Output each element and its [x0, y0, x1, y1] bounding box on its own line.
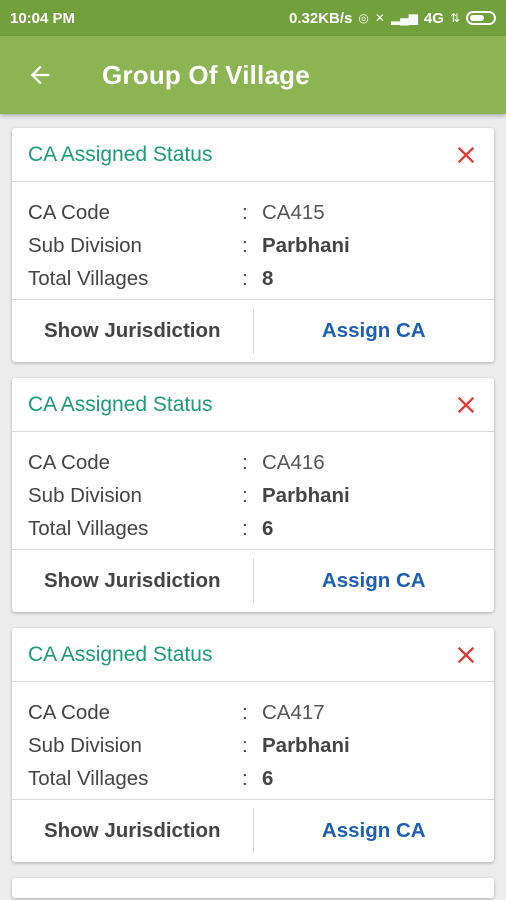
ca-status-card: CA Assigned Status CA Code : CA417 Sub D… — [12, 628, 494, 862]
ca-status-card: CA Assigned Status CA Code : CA415 Sub D… — [12, 128, 494, 362]
show-jurisdiction-button[interactable]: Show Jurisdiction — [12, 808, 254, 854]
separator: : — [242, 200, 248, 224]
close-icon[interactable] — [452, 141, 480, 169]
total-villages-value: 6 — [262, 766, 274, 790]
sub-division-value: Parbhani — [262, 233, 350, 257]
network-type: 4G — [423, 9, 444, 27]
total-villages-row: Total Villages : 8 — [28, 262, 478, 295]
total-villages-label: Total Villages — [28, 516, 149, 540]
ca-card-list: CA Assigned Status CA Code : CA415 Sub D… — [0, 114, 506, 862]
card-actions: Show Jurisdiction Assign CA — [12, 550, 494, 612]
ca-code-label: CA Code — [28, 450, 111, 474]
assign-ca-button[interactable]: Assign CA — [254, 800, 495, 862]
total-villages-label: Total Villages — [28, 766, 149, 790]
separator: : — [242, 700, 248, 724]
card-header: CA Assigned Status — [12, 628, 494, 682]
total-villages-label: Total Villages — [28, 266, 149, 290]
separator: : — [242, 266, 248, 290]
assign-ca-button[interactable]: Assign CA — [254, 550, 495, 612]
alarm-icon: ◎ — [358, 11, 369, 25]
separator: : — [242, 733, 248, 757]
show-jurisdiction-button[interactable]: Show Jurisdiction — [12, 308, 254, 354]
mute-icon: ✕ — [374, 11, 385, 25]
ca-code-label: CA Code — [28, 700, 111, 724]
ca-status-card-partial — [12, 878, 494, 898]
battery-icon — [466, 11, 496, 25]
app-bar: Group Of Village — [0, 36, 506, 114]
sub-division-row: Sub Division : Parbhani — [28, 229, 478, 262]
signal-icon: ▂▄▆ — [390, 11, 418, 25]
sub-division-value: Parbhani — [262, 483, 350, 507]
total-villages-value: 6 — [262, 516, 274, 540]
status-time: 10:04 PM — [10, 9, 76, 27]
total-villages-value: 8 — [262, 266, 274, 290]
close-icon[interactable] — [452, 641, 480, 669]
ca-code-value: CA416 — [262, 450, 325, 474]
ca-code-row: CA Code : CA415 — [28, 196, 478, 229]
sub-division-label: Sub Division — [28, 483, 142, 507]
ca-code-label: CA Code — [28, 200, 111, 224]
card-title: CA Assigned Status — [28, 392, 213, 416]
card-details: CA Code : CA415 Sub Division : Parbhani … — [12, 182, 494, 300]
status-bar: 10:04 PM 0.32KB/s ◎ ✕ ▂▄▆ 4G ⇅ — [0, 0, 506, 36]
arrow-back-icon[interactable] — [26, 61, 54, 89]
card-header: CA Assigned Status — [12, 128, 494, 182]
separator: : — [242, 450, 248, 474]
card-title: CA Assigned Status — [28, 142, 213, 166]
ca-status-card: CA Assigned Status CA Code : CA416 Sub D… — [12, 378, 494, 612]
total-villages-row: Total Villages : 6 — [28, 512, 478, 545]
sub-division-row: Sub Division : Parbhani — [28, 479, 478, 512]
volte-icon: ⇅ — [449, 11, 460, 25]
sub-division-value: Parbhani — [262, 733, 350, 757]
separator: : — [242, 766, 248, 790]
sub-division-row: Sub Division : Parbhani — [28, 729, 478, 762]
ca-code-value: CA417 — [262, 700, 325, 724]
sub-division-label: Sub Division — [28, 233, 142, 257]
card-actions: Show Jurisdiction Assign CA — [12, 800, 494, 862]
ca-code-row: CA Code : CA416 — [28, 446, 478, 479]
separator: : — [242, 483, 248, 507]
partial-card-wrapper — [0, 878, 506, 898]
separator: : — [242, 516, 248, 540]
card-actions: Show Jurisdiction Assign CA — [12, 300, 494, 362]
card-header: CA Assigned Status — [12, 378, 494, 432]
status-indicators: 0.32KB/s ◎ ✕ ▂▄▆ 4G ⇅ — [289, 10, 496, 27]
network-speed: 0.32KB/s — [289, 9, 353, 27]
sub-division-label: Sub Division — [28, 733, 142, 757]
assign-ca-button[interactable]: Assign CA — [254, 300, 495, 362]
card-details: CA Code : CA416 Sub Division : Parbhani … — [12, 432, 494, 550]
total-villages-row: Total Villages : 6 — [28, 762, 478, 795]
card-details: CA Code : CA417 Sub Division : Parbhani … — [12, 682, 494, 800]
separator: : — [242, 233, 248, 257]
page-title: Group Of Village — [102, 59, 310, 90]
card-title: CA Assigned Status — [28, 642, 213, 666]
ca-code-value: CA415 — [262, 200, 325, 224]
ca-code-row: CA Code : CA417 — [28, 696, 478, 729]
close-icon[interactable] — [452, 391, 480, 419]
show-jurisdiction-button[interactable]: Show Jurisdiction — [12, 558, 254, 604]
